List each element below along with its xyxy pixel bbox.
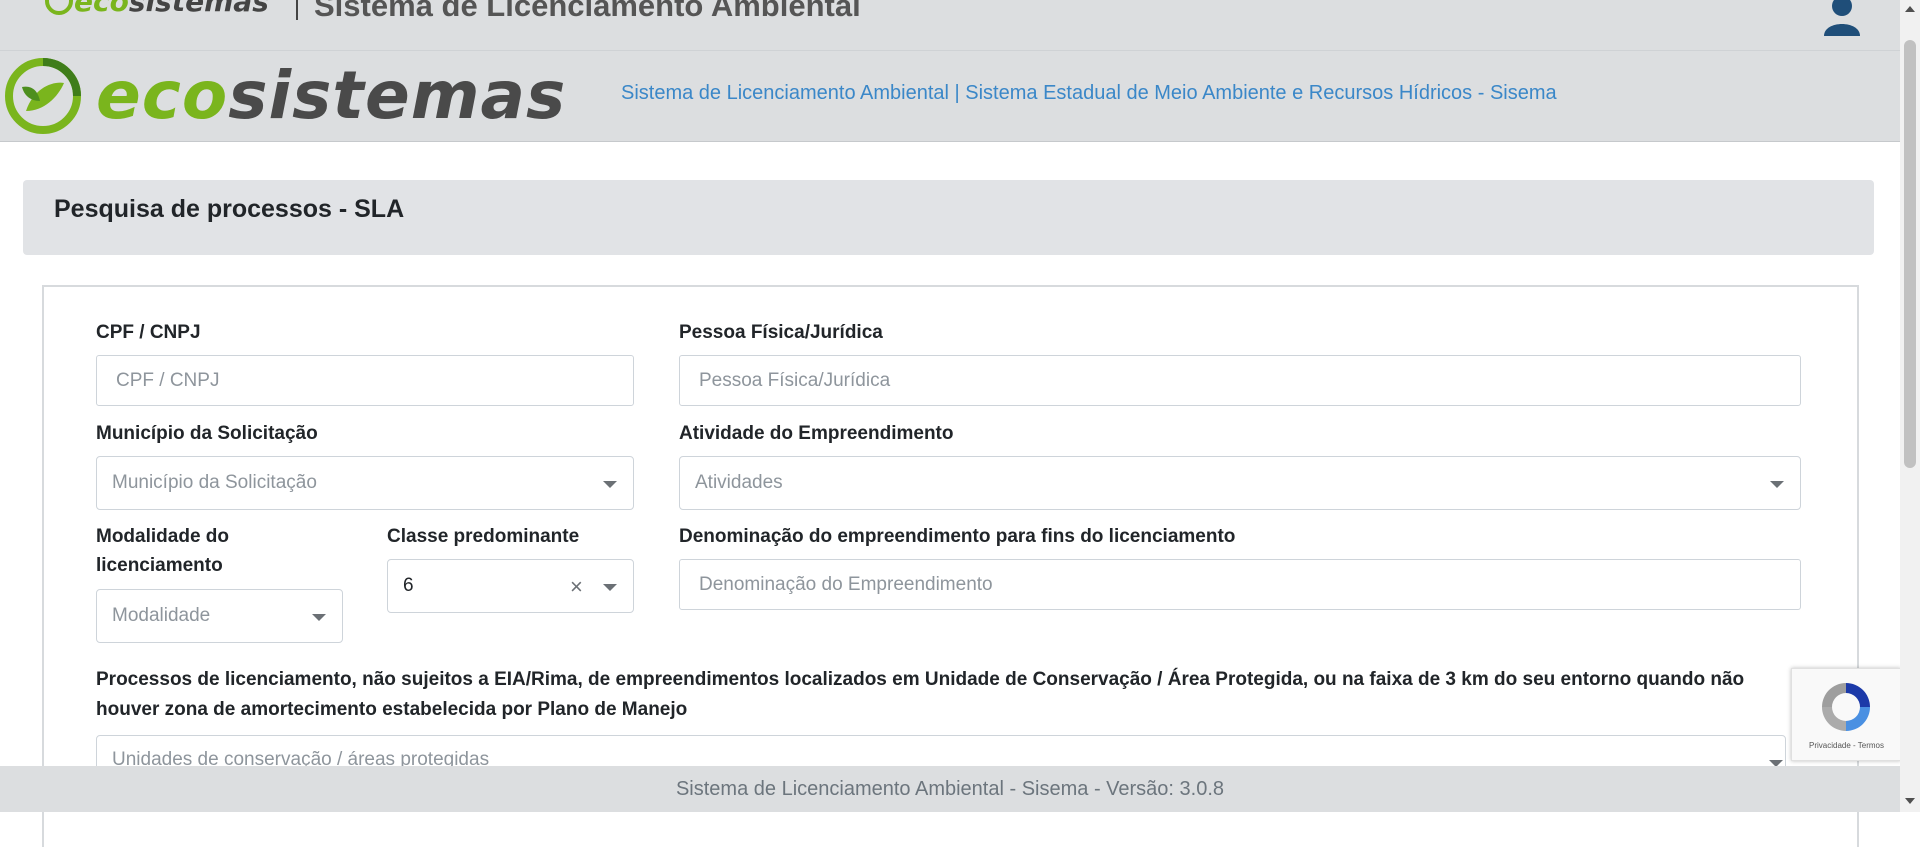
classe-value: 6 — [403, 575, 414, 596]
municipio-select[interactable]: Município da Solicitação — [96, 456, 634, 510]
ecosistemas-logo-icon — [5, 58, 81, 134]
cpf-cnpj-label: CPF / CNPJ — [96, 322, 201, 343]
page-title: Pesquisa de processos - SLA — [54, 195, 405, 223]
brand-sistemas: sistemas — [228, 57, 567, 134]
clear-icon[interactable]: × — [570, 576, 583, 598]
scroll-up-icon[interactable] — [1905, 6, 1915, 12]
classe-select[interactable]: 6 × — [387, 559, 634, 613]
modalidade-label: Modalidade do licenciamento — [96, 526, 229, 576]
page-title-card: Pesquisa de processos - SLA — [23, 180, 1874, 255]
recaptcha-badge[interactable]: Privacidade - Termos — [1791, 668, 1901, 761]
brand-bar: ecosistemas Sistema de Licenciamento Amb… — [0, 51, 1900, 142]
modalidade-select[interactable]: Modalidade — [96, 589, 343, 643]
ecosistemas-logo: ecosistemas — [96, 57, 566, 135]
scrollbar-thumb[interactable] — [1904, 40, 1916, 468]
mini-brand-sistemas: sistemas — [128, 0, 269, 18]
mini-brand-eco: eco — [74, 0, 129, 18]
leaf-logo-icon — [45, 0, 73, 15]
classe-label: Classe predominante — [387, 526, 580, 547]
header-separator — [296, 0, 298, 20]
atividade-select[interactable]: Atividades — [679, 456, 1801, 510]
page-scrollbar[interactable] — [1900, 0, 1920, 812]
chevron-down-icon — [312, 614, 326, 621]
recaptcha-links[interactable]: Privacidade - Termos — [1809, 741, 1884, 750]
footer-version: Sistema de Licenciamento Ambiental - Sis… — [675, 778, 1225, 800]
recaptcha-icon — [1822, 683, 1870, 731]
chevron-down-icon — [1770, 481, 1784, 488]
pessoa-input[interactable] — [679, 355, 1801, 406]
footer: Sistema de Licenciamento Ambiental - Sis… — [0, 766, 1900, 812]
user-icon[interactable] — [1820, 0, 1864, 36]
top-header: eco sistemas Sistema de Licenciamento Amb… — [0, 0, 1900, 51]
system-subtitle: Sistema de Licenciamento Ambiental | Sis… — [621, 82, 1557, 104]
cpf-cnpj-input[interactable] — [96, 355, 634, 406]
denominacao-input[interactable] — [679, 559, 1801, 610]
atividade-placeholder: Atividades — [695, 472, 783, 493]
pessoa-label: Pessoa Física/Jurídica — [679, 322, 883, 343]
header-mini-logo: eco sistemas — [44, 0, 269, 18]
system-title: Sistema de Licenciamento Ambiental — [314, 0, 861, 23]
unidades-label: Processos de licenciamento, não sujeitos… — [96, 669, 1745, 720]
chevron-down-icon — [603, 481, 617, 488]
atividade-label: Atividade do Empreendimento — [679, 423, 954, 444]
brand-eco: eco — [96, 57, 229, 134]
municipio-placeholder: Município da Solicitação — [112, 472, 317, 493]
denominacao-label: Denominação do empreendimento para fins … — [679, 526, 1236, 547]
chevron-down-icon — [603, 584, 617, 591]
modalidade-placeholder: Modalidade — [112, 605, 211, 626]
scroll-down-icon[interactable] — [1905, 798, 1915, 804]
municipio-label: Município da Solicitação — [96, 423, 318, 444]
